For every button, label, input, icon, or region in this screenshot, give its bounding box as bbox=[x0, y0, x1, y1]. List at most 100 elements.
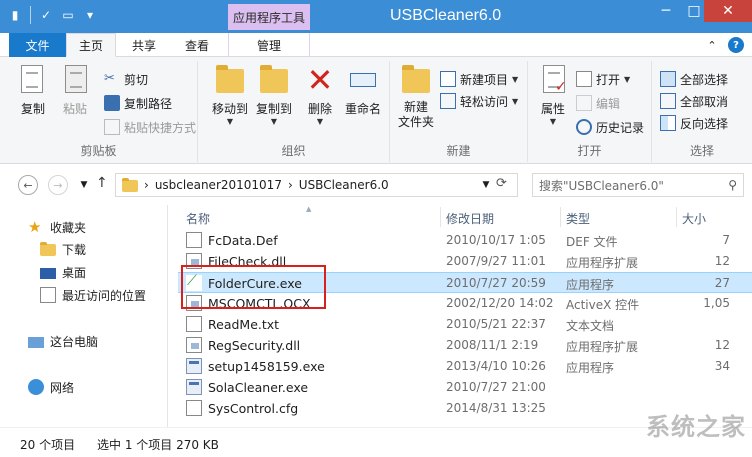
file-row[interactable]: setup1458159.exe 2013/4/10 10:26 应用程序 34 bbox=[178, 356, 752, 377]
file-row[interactable]: MSCOMCTL.OCX 2002/12/20 14:02 ActiveX 控件 1,… bbox=[178, 293, 752, 314]
dll-file-icon bbox=[186, 295, 202, 311]
recent-locations-chevron-icon[interactable]: ▼ bbox=[76, 177, 92, 193]
column-name[interactable]: 名称 bbox=[186, 210, 210, 227]
new-group: 新建 文件夹 新建项目 ▼ 轻松访问 ▼ 新建 bbox=[390, 61, 528, 162]
file-size: 12 bbox=[714, 254, 730, 268]
back-button[interactable]: ← bbox=[18, 175, 38, 195]
properties-icon: ✓ bbox=[537, 63, 569, 97]
search-box[interactable]: 搜索"USBCleaner6.0" ⚲ bbox=[532, 173, 744, 197]
rename-icon bbox=[347, 63, 379, 97]
address-dropdown-chevron-icon[interactable]: ▼ bbox=[478, 177, 494, 193]
forward-button[interactable]: → bbox=[48, 175, 68, 195]
new-item-button[interactable]: 新建项目 ▼ bbox=[440, 69, 518, 89]
search-icon[interactable]: ⚲ bbox=[728, 178, 737, 192]
file-row[interactable]: SolaCleaner.exe 2010/7/27 21:00 bbox=[178, 377, 752, 398]
chevron-down-icon: ▼ bbox=[512, 96, 519, 106]
ribbon-tabs: 文件 主页 共享 查看 管理 ⌃ ? bbox=[0, 33, 752, 57]
file-row[interactable]: RegSecurity.dll 2008/11/1 2:19 应用程序扩展 12 bbox=[178, 335, 752, 356]
cut-button[interactable]: ✂ 剪切 bbox=[104, 69, 148, 89]
tab-home[interactable]: 主页 bbox=[66, 33, 116, 57]
file-row[interactable]: FolderCure.exe 2010/7/27 20:59 应用程序 27 bbox=[178, 272, 752, 293]
easy-access-button[interactable]: 轻松访问 ▼ bbox=[440, 91, 518, 111]
edit-button[interactable]: 编辑 bbox=[576, 93, 620, 113]
new-item-icon bbox=[440, 71, 456, 87]
application-icon bbox=[186, 358, 202, 374]
new-folder-icon[interactable]: ▭ bbox=[59, 6, 77, 24]
invert-selection-icon bbox=[660, 115, 676, 131]
column-type[interactable]: 类型 bbox=[566, 210, 590, 227]
file-date: 2010/7/27 20:59 bbox=[446, 276, 546, 290]
file-date: 2010/10/17 1:05 bbox=[446, 233, 546, 247]
document-icon bbox=[186, 232, 202, 248]
file-row[interactable]: FileCheck.dll 2007/9/27 11:01 应用程序扩展 12 bbox=[178, 251, 752, 272]
open-button[interactable]: 打开 ▼ bbox=[576, 69, 630, 89]
qat-chevron-down-icon[interactable]: ▾ bbox=[81, 6, 99, 24]
copy-button[interactable]: 复制 bbox=[14, 63, 52, 117]
column-size[interactable]: 大小 bbox=[682, 210, 706, 227]
chevron-down-icon: ▼ bbox=[624, 74, 631, 84]
tab-share[interactable]: 共享 bbox=[120, 33, 168, 57]
window-title: USBCleaner6.0 bbox=[390, 7, 502, 24]
group-label: 剪贴板 bbox=[80, 144, 117, 158]
rename-button[interactable]: 重命名 bbox=[342, 63, 384, 117]
copy-to-button[interactable]: 复制到 ▼ bbox=[254, 63, 294, 126]
column-divider[interactable] bbox=[560, 207, 561, 227]
paste-shortcut-button[interactable]: 粘贴快捷方式 bbox=[104, 117, 196, 137]
column-date[interactable]: 修改日期 bbox=[446, 210, 494, 227]
file-size: 12 bbox=[714, 338, 730, 352]
paste-button[interactable]: 粘贴 bbox=[56, 63, 94, 117]
tab-file[interactable]: 文件 bbox=[9, 33, 66, 57]
file-date: 2010/7/27 21:00 bbox=[446, 380, 546, 394]
select-none-button[interactable]: 全部取消 bbox=[660, 91, 728, 111]
group-label: 打开 bbox=[577, 144, 602, 158]
invert-selection-button[interactable]: 反向选择 bbox=[660, 113, 728, 133]
file-date: 2007/9/27 11:01 bbox=[446, 254, 546, 268]
file-row[interactable]: FcData.Def 2010/10/17 1:05 DEF 文件 7 bbox=[178, 230, 752, 251]
nav-item-downloads[interactable]: 下载 bbox=[40, 238, 86, 260]
selection-info: 选中 1 个项目 270 KB bbox=[97, 438, 219, 452]
open-group: ✓ 属性 ▼ 打开 ▼ 编辑 历史记录 打开 bbox=[528, 61, 652, 162]
close-button[interactable]: ✕ bbox=[704, 0, 752, 22]
new-folder-button[interactable]: 新建 文件夹 bbox=[396, 63, 436, 130]
history-button[interactable]: 历史记录 bbox=[576, 117, 644, 137]
move-to-button[interactable]: 移动到 ▼ bbox=[210, 63, 250, 126]
file-type: 文本文档 bbox=[566, 319, 615, 333]
column-divider[interactable] bbox=[676, 207, 677, 227]
select-none-icon bbox=[660, 93, 676, 109]
help-icon[interactable]: ? bbox=[728, 37, 744, 53]
file-row[interactable]: ReadMe.txt 2010/5/21 22:37 文本文档 bbox=[178, 314, 752, 335]
ribbon: 复制 粘贴 ✂ 剪切 复制路径 粘贴快捷方式 剪贴板 移动到 ▼ 复制到 ▼ ✕… bbox=[0, 57, 752, 164]
properties-button[interactable]: ✓ 属性 ▼ bbox=[536, 63, 570, 126]
copy-path-button[interactable]: 复制路径 bbox=[104, 93, 172, 113]
breadcrumb-usbcleaner6[interactable]: USBCleaner6.0 bbox=[299, 178, 389, 192]
file-name: FileCheck.dll bbox=[208, 254, 287, 269]
nav-item-recent[interactable]: 最近访问的位置 bbox=[40, 284, 146, 306]
properties-icon[interactable]: ✓ bbox=[37, 6, 55, 24]
column-divider[interactable] bbox=[440, 207, 441, 227]
move-folder-icon bbox=[214, 63, 246, 97]
navigation-pane: ★ 收藏夹 下载 桌面 最近访问的位置 这台电脑 网络 bbox=[0, 205, 168, 427]
nav-item-this-pc[interactable]: 这台电脑 bbox=[28, 330, 98, 352]
breadcrumb-usbcleaner20101017[interactable]: usbcleaner20101017 bbox=[155, 178, 282, 192]
tab-manage[interactable]: 管理 bbox=[228, 33, 310, 57]
file-type: ActiveX 控件 bbox=[566, 298, 640, 312]
file-type: DEF 文件 bbox=[566, 235, 618, 249]
history-icon bbox=[576, 119, 592, 135]
chevron-down-icon: ▼ bbox=[270, 117, 278, 126]
folder-icon[interactable]: ▮ bbox=[6, 6, 24, 24]
delete-button[interactable]: ✕ 删除 ▼ bbox=[304, 63, 336, 126]
paste-icon bbox=[59, 63, 91, 97]
select-all-button[interactable]: 全部选择 bbox=[660, 69, 728, 89]
nav-item-desktop[interactable]: 桌面 bbox=[40, 261, 86, 283]
up-arrow-icon[interactable]: ↑ bbox=[96, 175, 108, 191]
select-group: 全部选择 全部取消 反向选择 选择 bbox=[652, 61, 752, 162]
file-date: 2014/8/31 13:25 bbox=[446, 401, 546, 415]
nav-item-network[interactable]: 网络 bbox=[28, 376, 74, 398]
minimize-button[interactable]: ─ bbox=[652, 0, 680, 22]
tab-view[interactable]: 查看 bbox=[172, 33, 222, 57]
nav-item-favorites[interactable]: ★ 收藏夹 bbox=[28, 216, 86, 238]
expand-ribbon-chevron-icon[interactable]: ⌃ bbox=[704, 37, 720, 53]
address-bar[interactable]: › usbcleaner20101017 › USBCleaner6.0 bbox=[115, 173, 518, 197]
refresh-icon[interactable]: ⟳ bbox=[496, 176, 507, 191]
path-separator: › bbox=[287, 178, 293, 192]
